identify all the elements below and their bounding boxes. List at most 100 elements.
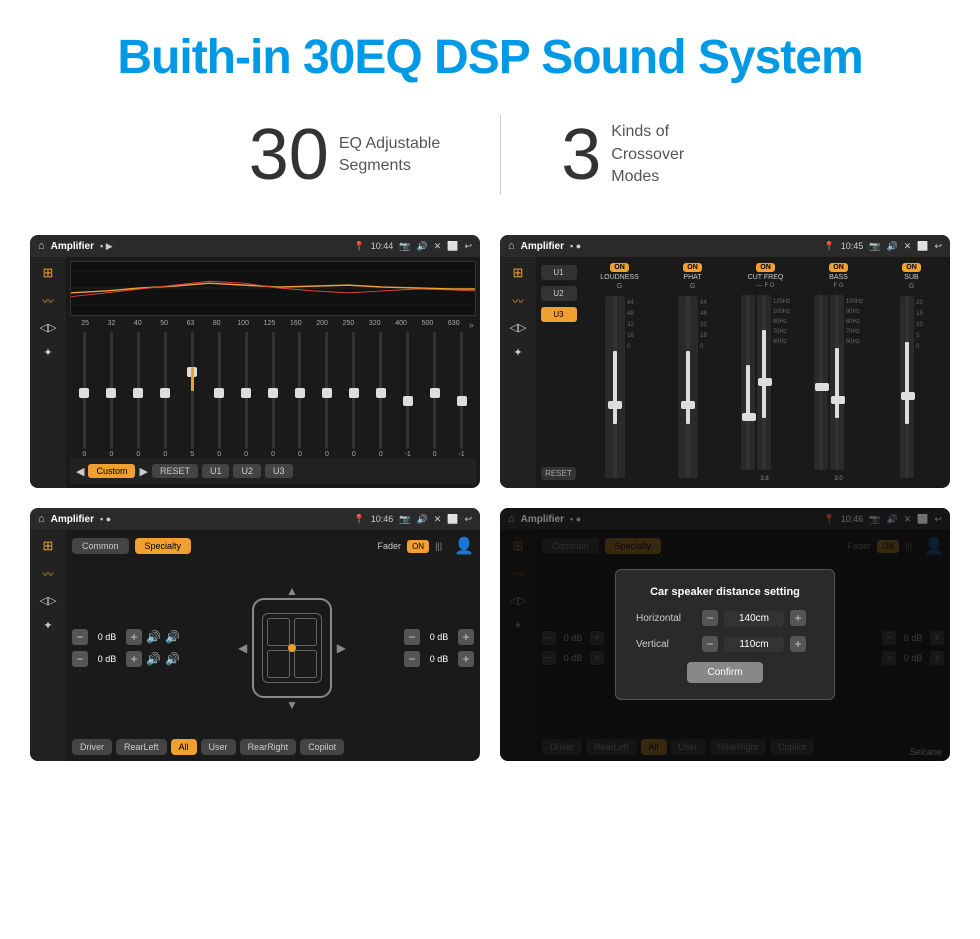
topbar-icons-3: ▪ ● [100,514,111,524]
freq-100: 100 [230,320,256,330]
db-value-4: 0 dB [424,654,454,664]
topbar-close-icon[interactable]: ✕ [434,241,442,252]
dsp-u3-btn[interactable]: U3 [541,307,577,322]
car-arrow-down[interactable]: ▼ [286,698,298,712]
db-row-2: − 0 dB + 🔊 🔊 [72,651,180,667]
minus-btn-3[interactable]: − [404,629,420,645]
spec-vol-icon[interactable]: ◁▷ [40,594,57,607]
spec-wave-icon[interactable]: 〰 [43,566,54,582]
vertical-plus-btn[interactable]: + [790,636,806,652]
freq-50: 50 [151,320,177,330]
seat-fl [267,618,290,646]
home-icon-2[interactable]: ⌂ [508,240,515,252]
eq-sidebar-wave-icon[interactable]: 〰 [43,293,54,309]
bass-toggle[interactable]: ON [829,263,848,272]
u2-btn[interactable]: U2 [233,464,261,478]
topbar-close-2[interactable]: ✕ [904,241,912,252]
phat-toggle[interactable]: ON [683,263,702,272]
eq-sidebar-vol-icon[interactable]: ◁▷ [40,321,57,334]
vertical-minus-btn[interactable]: − [702,636,718,652]
dsp-wave-icon[interactable]: 〰 [513,293,524,309]
dsp-bt-icon[interactable]: ✦ [513,346,522,359]
user-btn[interactable]: User [201,739,236,755]
topbar-1: ⌂ Amplifier ▪ ▶ 📍 10:44 📷 🔊 ✕ ⬜ ↩ [30,235,480,257]
dsp-reset-btn[interactable]: RESET [541,467,576,480]
car-arrow-right[interactable]: ▶ [337,641,346,655]
dsp-u1-btn[interactable]: U1 [541,265,577,280]
screen-eq: ⌂ Amplifier ▪ ▶ 📍 10:44 📷 🔊 ✕ ⬜ ↩ ⊞ 〰 ◁▷… [30,235,480,488]
eq-slider-125: 0 [261,332,286,458]
stat-crossover: 3 Kinds ofCrossover Modes [501,119,791,191]
topbar-volume-icon: 🔊 [416,241,427,252]
copilot-btn[interactable]: Copilot [300,739,344,755]
cutfreq-toggle[interactable]: ON [756,263,775,272]
minus-btn-4[interactable]: − [404,651,420,667]
spec-screen-body: ⊞ 〰 ◁▷ ✦ Common Specialty Fader ON ||| 👤 [30,530,480,761]
u1-btn[interactable]: U1 [202,464,230,478]
home-icon-3[interactable]: ⌂ [38,513,45,525]
car-arrow-left[interactable]: ◀ [238,641,247,655]
confirm-button[interactable]: Confirm [687,662,762,683]
spec-sidebar: ⊞ 〰 ◁▷ ✦ [30,530,66,761]
topbar-location-3: 📍 [354,514,365,525]
rear-right-btn[interactable]: RearRight [240,739,297,755]
freq-250: 250 [335,320,361,330]
topbar-win-3[interactable]: ⬜ [447,514,458,525]
topbar-vol-2: 🔊 [886,241,897,252]
horizontal-minus-btn[interactable]: − [702,610,718,626]
topbar-back-2[interactable]: ↩ [934,241,942,252]
dsp-presets: U1 U2 U3 RESET [536,257,581,488]
plus-btn-2[interactable]: + [126,651,142,667]
driver-btn[interactable]: Driver [72,739,112,755]
prev-btn[interactable]: ◀ [76,465,84,478]
plus-btn-3[interactable]: + [458,629,474,645]
topbar-camera-icon: 📷 [399,241,410,252]
car-arrow-up[interactable]: ▲ [286,584,298,598]
next-btn[interactable]: ▶ [139,465,147,478]
topbar-win-2[interactable]: ⬜ [917,241,928,252]
rear-left-btn[interactable]: RearLeft [116,739,167,755]
freq-160: 160 [283,320,309,330]
topbar-vol-3: 🔊 [416,514,427,525]
preset-custom-btn[interactable]: Custom [88,464,135,478]
db-value-3: 0 dB [424,632,454,642]
eq-sidebar-bt-icon[interactable]: ✦ [43,346,52,359]
freq-320: 320 [362,320,388,330]
db-row-4: − 0 dB + [404,651,474,667]
stat-crossover-number: 3 [561,119,601,191]
freq-80: 80 [204,320,230,330]
topbar-window-icon[interactable]: ⬜ [447,241,458,252]
topbar-back-3[interactable]: ↩ [464,514,472,525]
fader-on-btn[interactable]: ON [407,540,429,553]
stat-crossover-label: Kinds ofCrossover Modes [611,121,731,188]
dsp-channels: ON LOUDNESS G 644832160 [581,257,950,488]
stats-row: 30 EQ AdjustableSegments 3 Kinds ofCross… [0,105,980,225]
loudness-toggle[interactable]: ON [610,263,629,272]
all-btn[interactable]: All [171,739,197,755]
topbar-close-3[interactable]: ✕ [434,514,442,525]
eq-sidebar-eq-icon[interactable]: ⊞ [43,265,54,281]
page-header: Buith-in 30EQ DSP Sound System [0,0,980,105]
minus-btn-2[interactable]: − [72,651,88,667]
u3-btn[interactable]: U3 [265,464,293,478]
topbar-back-icon[interactable]: ↩ [464,241,472,252]
specialty-tab[interactable]: Specialty [135,538,192,554]
common-tab[interactable]: Common [72,538,129,554]
spec-bt-icon[interactable]: ✦ [43,619,52,632]
minus-btn-1[interactable]: − [72,629,88,645]
eq-slider-63: 5 [180,332,205,458]
home-icon[interactable]: ⌂ [38,240,45,252]
dsp-vol-icon[interactable]: ◁▷ [510,321,527,334]
stat-eq-number: 30 [249,119,329,191]
reset-btn[interactable]: RESET [152,464,198,478]
spec-eq-icon[interactable]: ⊞ [43,538,54,554]
horizontal-plus-btn[interactable]: + [790,610,806,626]
sub-toggle[interactable]: ON [902,263,921,272]
expand-icon[interactable]: » [469,320,474,330]
eq-sliders: 0 0 0 [70,332,476,458]
speaker-icon-1: 🔊 [146,630,161,644]
dsp-eq-icon[interactable]: ⊞ [513,265,524,281]
plus-btn-1[interactable]: + [126,629,142,645]
dsp-u2-btn[interactable]: U2 [541,286,577,301]
plus-btn-4[interactable]: + [458,651,474,667]
